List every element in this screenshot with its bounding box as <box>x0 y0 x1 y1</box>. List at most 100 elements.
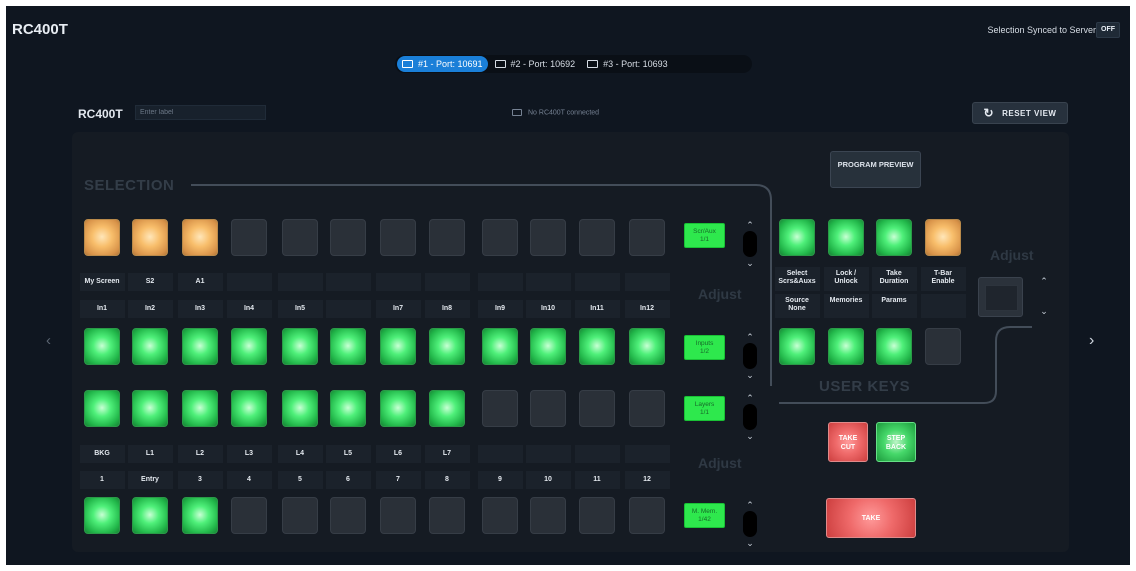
label-line: Scrs&Auxs <box>778 278 816 285</box>
selection-key[interactable] <box>231 219 267 256</box>
selection-key[interactable] <box>84 219 120 256</box>
selection-key[interactable] <box>282 219 318 256</box>
selection-key[interactable] <box>182 390 218 427</box>
selection-key[interactable] <box>629 497 665 534</box>
chevron-up-icon[interactable]: ⌃ <box>743 220 757 230</box>
selection-key[interactable] <box>429 497 465 534</box>
selection-key[interactable] <box>330 497 366 534</box>
selection-key[interactable] <box>429 328 465 365</box>
take-button[interactable]: TAKE <box>826 498 916 538</box>
selection-key[interactable] <box>579 497 615 534</box>
selection-key[interactable] <box>629 328 665 365</box>
chevron-down-icon[interactable]: ⌄ <box>1037 306 1051 316</box>
key-label: S2 <box>145 278 155 285</box>
selection-key[interactable] <box>182 497 218 534</box>
selection-key[interactable] <box>84 497 120 534</box>
user-key[interactable] <box>876 328 912 365</box>
selection-key[interactable] <box>530 497 566 534</box>
selection-key[interactable] <box>429 219 465 256</box>
selection-key[interactable] <box>380 390 416 427</box>
selection-key[interactable] <box>330 219 366 256</box>
selection-key[interactable] <box>132 328 168 365</box>
selection-key[interactable] <box>282 328 318 365</box>
chevron-down-icon[interactable]: ⌄ <box>743 258 757 268</box>
selection-key[interactable] <box>482 390 518 427</box>
selection-key[interactable] <box>84 328 120 365</box>
selection-key[interactable] <box>482 328 518 365</box>
selection-key[interactable] <box>84 390 120 427</box>
chevron-up-icon[interactable]: ⌃ <box>743 393 757 403</box>
mode-stepper[interactable]: ⌃ ⌄ <box>741 500 759 548</box>
selection-key[interactable] <box>579 390 615 427</box>
selection-key[interactable] <box>429 390 465 427</box>
user-key[interactable] <box>876 219 912 256</box>
user-key[interactable] <box>925 328 961 365</box>
mode-indicator[interactable]: Layers 1/1 <box>684 396 725 421</box>
mode-stepper[interactable]: ⌃ ⌄ <box>741 332 759 380</box>
user-key-label: Source None <box>773 297 821 313</box>
selection-key[interactable] <box>380 328 416 365</box>
label-line: Unlock <box>834 278 858 285</box>
user-key[interactable] <box>779 328 815 365</box>
selection-key[interactable] <box>231 328 267 365</box>
selection-key[interactable] <box>629 219 665 256</box>
chevron-down-icon[interactable]: ⌄ <box>743 538 757 548</box>
user-key-label: Params <box>870 297 918 305</box>
mode-indicator[interactable]: Inputs 1/2 <box>684 335 725 360</box>
selection-key[interactable] <box>182 219 218 256</box>
chevron-up-icon[interactable]: ⌃ <box>743 332 757 342</box>
adjust-stepper[interactable]: ⌃ ⌄ <box>1035 276 1053 316</box>
selection-key[interactable] <box>330 328 366 365</box>
mode-stepper[interactable]: ⌃ ⌄ <box>741 220 759 268</box>
selection-key[interactable] <box>482 219 518 256</box>
take-cut-button[interactable]: TAKE CUT <box>828 422 868 462</box>
selection-key[interactable] <box>330 390 366 427</box>
selection-key[interactable] <box>530 219 566 256</box>
key-label: 7 <box>396 476 400 483</box>
stepper-knob[interactable] <box>743 404 757 430</box>
selection-key[interactable] <box>132 219 168 256</box>
chevron-up-icon[interactable]: ⌃ <box>1037 276 1051 286</box>
adjust-label: Adjust <box>698 455 742 471</box>
selection-key[interactable] <box>629 390 665 427</box>
selection-key[interactable] <box>530 328 566 365</box>
stepper-knob[interactable] <box>743 231 757 257</box>
selection-key[interactable] <box>132 390 168 427</box>
mode-indicator[interactable]: M. Mem. 1/42 <box>684 503 725 528</box>
chevron-down-icon[interactable]: ⌄ <box>743 370 757 380</box>
key-label: L7 <box>442 450 452 457</box>
user-key[interactable] <box>828 328 864 365</box>
stepper-knob[interactable] <box>743 343 757 369</box>
stepper-knob[interactable] <box>743 511 757 537</box>
user-key[interactable] <box>779 219 815 256</box>
label-line: Select <box>786 270 808 277</box>
label-cell-bg <box>575 445 620 463</box>
mode-indicator[interactable]: Scr/Aux 1/1 <box>684 223 725 248</box>
selection-key[interactable] <box>579 219 615 256</box>
label-cell-bg <box>478 445 523 463</box>
chevron-down-icon[interactable]: ⌄ <box>743 431 757 441</box>
selection-key[interactable] <box>282 390 318 427</box>
step-back-button[interactable]: STEP BACK <box>876 422 916 462</box>
user-key[interactable] <box>925 219 961 256</box>
take-cut-line2: CUT <box>840 444 856 451</box>
selection-key[interactable] <box>231 497 267 534</box>
selection-key[interactable] <box>380 497 416 534</box>
label-line: T-Bar <box>934 270 952 277</box>
selection-key[interactable] <box>182 328 218 365</box>
selection-key[interactable] <box>380 219 416 256</box>
label-line: Duration <box>879 278 909 285</box>
mode-stepper[interactable]: ⌃ ⌄ <box>741 393 759 441</box>
chevron-up-icon[interactable]: ⌃ <box>743 500 757 510</box>
key-label: 1 <box>100 476 104 483</box>
selection-key[interactable] <box>132 497 168 534</box>
selection-key[interactable] <box>530 390 566 427</box>
key-label: L2 <box>195 450 205 457</box>
selection-key[interactable] <box>482 497 518 534</box>
key-label: 11 <box>593 476 601 483</box>
user-key[interactable] <box>828 219 864 256</box>
selection-key[interactable] <box>282 497 318 534</box>
selection-key[interactable] <box>579 328 615 365</box>
selection-key[interactable] <box>231 390 267 427</box>
program-preview-button[interactable]: PROGRAM PREVIEW <box>830 151 921 188</box>
